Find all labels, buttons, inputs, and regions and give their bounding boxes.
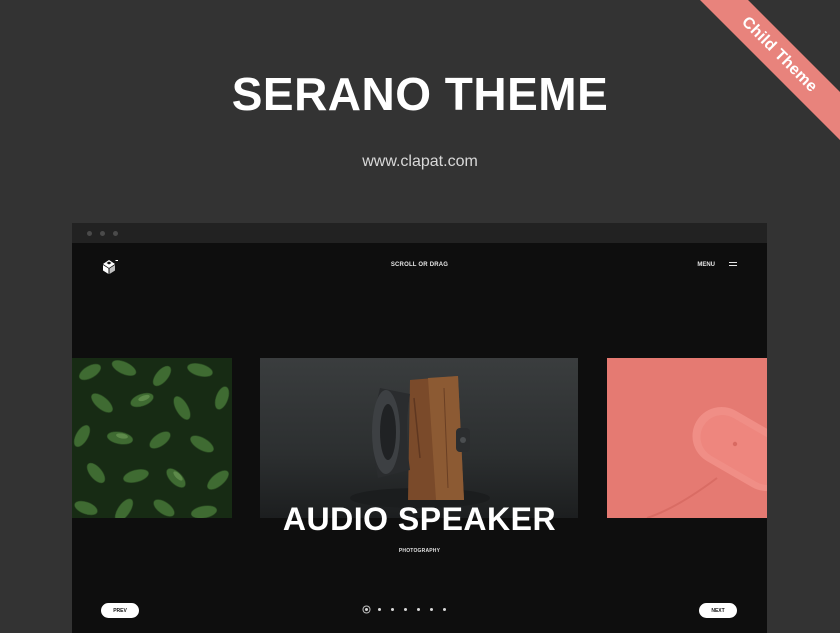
page-title: SERANO THEME (231, 68, 609, 120)
pagination-dot[interactable] (404, 608, 407, 611)
browser-window: SCROLL OR DRAG MENU AUDIO SPEAKER PHOTOG… (72, 223, 767, 633)
next-button[interactable]: NEXT (699, 603, 737, 618)
slide-audio-speaker[interactable] (260, 358, 578, 518)
window-dot-close[interactable] (87, 230, 92, 236)
pagination-dot[interactable] (365, 608, 368, 611)
window-dot-minimize[interactable] (100, 230, 105, 236)
site-url: www.clapat.com (362, 153, 478, 170)
green-leaves-photo (72, 358, 232, 518)
coral-pink-object-photo (607, 358, 767, 518)
browser-titlebar (72, 223, 767, 243)
slide-pink-object[interactable] (607, 358, 767, 518)
pagination (365, 608, 446, 611)
pagination-dot[interactable] (391, 608, 394, 611)
pagination-dot[interactable] (430, 608, 433, 611)
slide-leaves[interactable] (72, 358, 232, 518)
slide-title[interactable]: AUDIO SPEAKER (72, 501, 767, 538)
prev-button[interactable]: PREV (101, 603, 139, 618)
hamburger-icon[interactable] (729, 262, 737, 268)
pagination-dot[interactable] (443, 608, 446, 611)
pagination-dot[interactable] (378, 608, 381, 611)
scroll-hint: SCROLL OR DRAG (390, 262, 449, 268)
wooden-audio-speaker-photo (350, 376, 490, 508)
slide-category: PHOTOGRAPHY (398, 548, 441, 554)
pagination-dot[interactable] (417, 608, 420, 611)
menu-button[interactable]: MENU (697, 262, 715, 268)
window-dot-maximize[interactable] (113, 230, 118, 236)
